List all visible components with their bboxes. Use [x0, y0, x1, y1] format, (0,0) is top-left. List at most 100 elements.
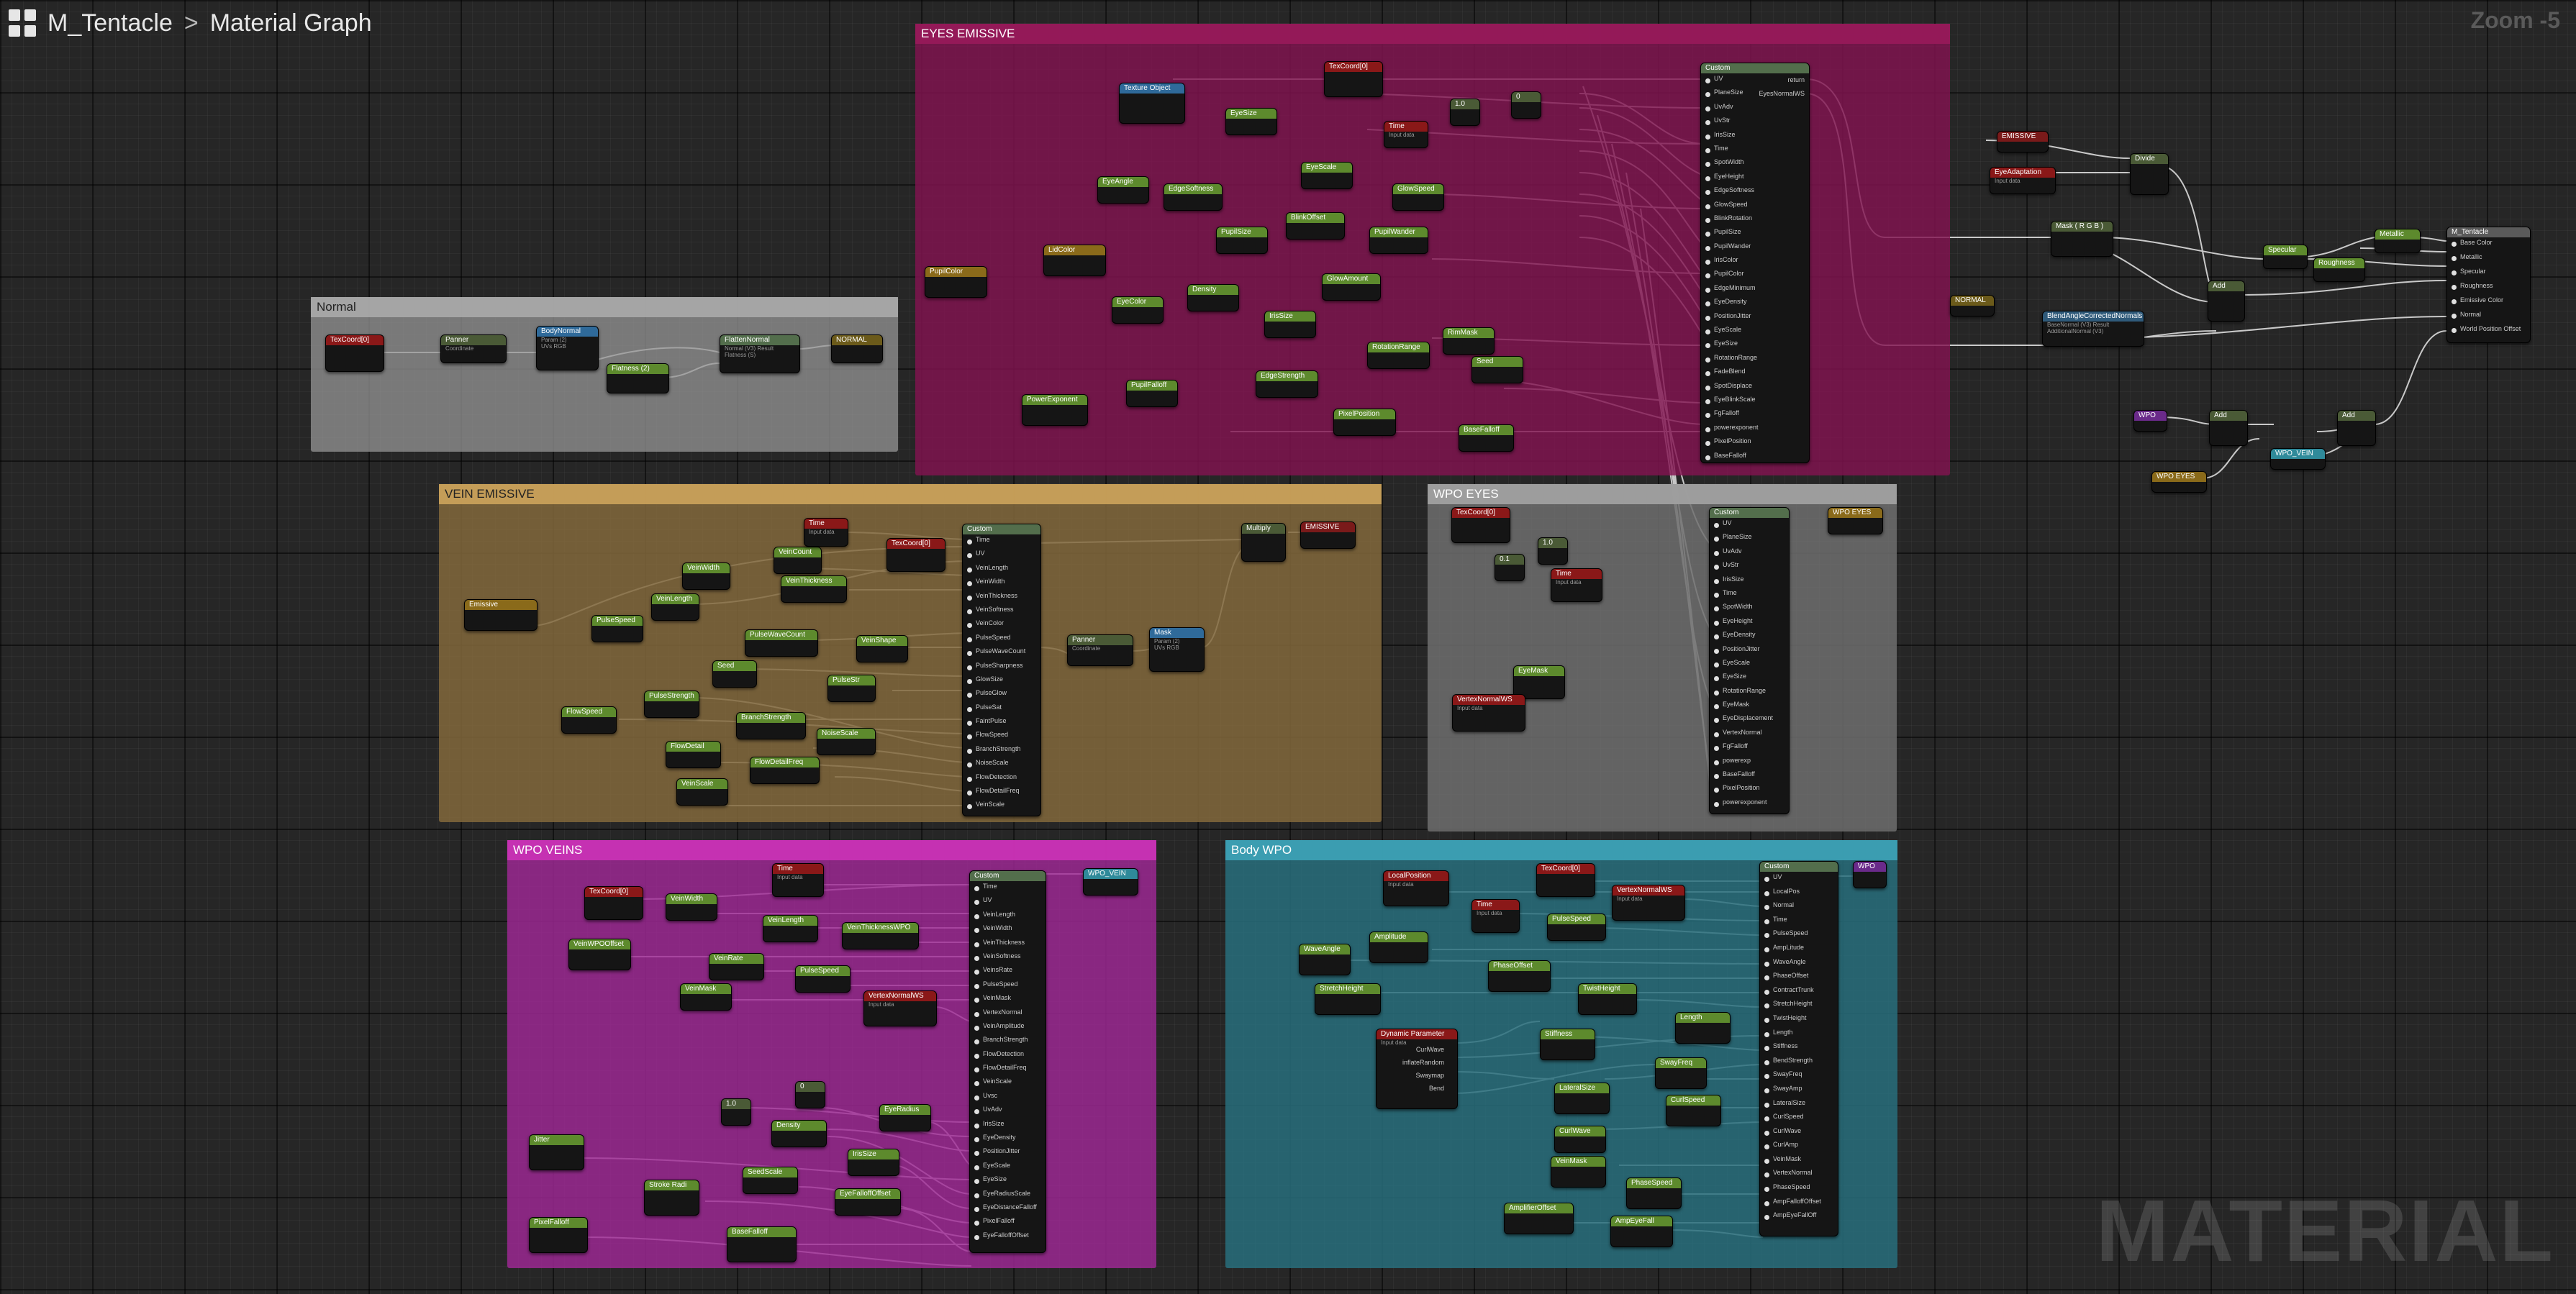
veinlength-param-node[interactable]: VeinLength: [651, 593, 699, 621]
eyescale-param-node[interactable]: EyeScale: [1301, 162, 1353, 189]
pin-label[interactable]: PulseSpeed: [967, 634, 1040, 647]
time-node[interactable]: Time Input data: [1471, 899, 1520, 933]
pin-label[interactable]: EyeFalloffOffset: [974, 1231, 1046, 1245]
jitter-param-node[interactable]: Jitter: [529, 1134, 584, 1170]
pin-label[interactable]: Time: [974, 883, 1046, 896]
pin-label[interactable]: PositionJitter: [1705, 312, 1809, 326]
pin-label[interactable]: VeinLength: [974, 911, 1046, 924]
pin-label[interactable]: EyeDisplacement: [1714, 714, 1789, 728]
pin-label[interactable]: UvAdv: [1714, 547, 1789, 561]
twistheight-param-node[interactable]: TwistHeight: [1578, 983, 1637, 1015]
phaseoffset-param-node[interactable]: PhaseOffset: [1488, 960, 1551, 992]
pin-label[interactable]: powerexponent: [1705, 424, 1809, 437]
output-pin[interactable]: World Position Offset: [2452, 325, 2530, 340]
pin-label[interactable]: RotationRange: [1705, 354, 1809, 368]
add-node[interactable]: Add: [2208, 281, 2245, 322]
divide-node[interactable]: Divide: [2130, 153, 2169, 195]
density-param-node[interactable]: Density: [771, 1120, 827, 1147]
pin-label[interactable]: BaseFalloff: [1705, 452, 1809, 463]
stiffness-param-node[interactable]: Stiffness: [1540, 1029, 1595, 1060]
pupilwander-param-node[interactable]: PupilWander: [1369, 227, 1428, 254]
edgestrength-param-node[interactable]: EdgeStrength: [1256, 370, 1318, 398]
powerexponent-param-node[interactable]: PowerExponent: [1022, 394, 1088, 426]
pin-label[interactable]: SwayAmp: [1764, 1085, 1838, 1099]
veinmask-param-node[interactable]: VeinMask: [1551, 1156, 1606, 1188]
seed-param-node[interactable]: Seed: [712, 660, 757, 688]
output-pin[interactable]: inflateRandom: [1377, 1059, 1444, 1072]
custom-vein-node[interactable]: Custom Time UV VeinLength VeinWidth VeinThic…: [962, 524, 1041, 816]
output-pin[interactable]: Bend: [1377, 1085, 1444, 1098]
pin-label[interactable]: WaveAngle: [1764, 958, 1838, 972]
pin-label[interactable]: EyeScale: [974, 1162, 1046, 1175]
breadcrumb-asset[interactable]: M_Tentacle: [47, 9, 173, 37]
pin-label[interactable]: FadeBlend: [1705, 368, 1809, 381]
pulsespeed-param-node[interactable]: PulseSpeed: [591, 615, 643, 642]
metallic-param-node[interactable]: Metallic: [2375, 229, 2421, 253]
pin-label[interactable]: RotationRange: [1714, 687, 1789, 701]
wpo-reroute-node[interactable]: WPO: [2133, 410, 2167, 432]
custom-body-wpo-node[interactable]: Custom UV LocalPos Normal Time PulseSpeed Amp…: [1759, 861, 1838, 1236]
pin-label[interactable]: EyeSize: [974, 1175, 1046, 1189]
phasespeed-param-node[interactable]: PhaseSpeed: [1626, 1177, 1682, 1209]
constant-node[interactable]: 0: [795, 1081, 825, 1108]
pin-label[interactable]: Time: [1764, 916, 1838, 930]
normal-output-node[interactable]: NORMAL: [831, 334, 883, 363]
pin-label[interactable]: LateralSize: [1764, 1099, 1838, 1113]
wpo-eyes-output-node[interactable]: WPO EYES: [1828, 507, 1883, 534]
pixelposition-param-node[interactable]: PixelPosition: [1333, 409, 1396, 436]
pin-label[interactable]: UvAdv: [974, 1106, 1046, 1119]
pin-label[interactable]: VeinMask: [974, 994, 1046, 1008]
pin-label[interactable]: IrisSize: [1705, 131, 1809, 145]
curlwave-param-node[interactable]: CurlWave: [1554, 1126, 1606, 1153]
veinthickness-param-node[interactable]: VeinThickness: [781, 575, 847, 603]
output-pin[interactable]: Emissive Color: [2452, 296, 2530, 311]
pin-label[interactable]: VeinsRate: [974, 966, 1046, 980]
veinrate-param-node[interactable]: VeinRate: [709, 953, 764, 980]
vertexnormal-node[interactable]: VertexNormalWS Input data: [1612, 885, 1685, 921]
pin-label[interactable]: EyeDensity: [974, 1134, 1046, 1147]
length-param-node[interactable]: Length: [1675, 1012, 1731, 1044]
mask-texture-node[interactable]: Mask Param (2) UVs RGB: [1149, 627, 1205, 672]
basefalloff-param-node[interactable]: BaseFalloff: [1459, 424, 1514, 452]
swayfreq-param-node[interactable]: SwayFreq: [1655, 1057, 1707, 1089]
pin-label[interactable]: VeinSoftness: [974, 952, 1046, 966]
add-node[interactable]: Add: [2337, 410, 2376, 446]
pulsespeed-param-node[interactable]: PulseSpeed: [1547, 913, 1606, 941]
flowdetailfreq-param-node[interactable]: FlowDetailFreq: [750, 757, 820, 784]
pin-label[interactable]: PhaseOffset: [1764, 972, 1838, 986]
strokeradi-param-node[interactable]: Stroke Radi: [644, 1180, 699, 1216]
veinthicknesswpo-param-node[interactable]: VeinThicknessWPO: [842, 922, 919, 949]
blinkoffset-param-node[interactable]: BlinkOffset: [1286, 212, 1345, 240]
pupilcolor-param-node[interactable]: PupilColor: [925, 266, 987, 298]
pin-label[interactable]: AmpEyeFallOff: [1764, 1211, 1838, 1226]
pin-label[interactable]: FlowSpeed: [967, 731, 1040, 744]
pulsestrength-param-node[interactable]: PulseStrength: [644, 691, 699, 718]
pulsewavecount-param-node[interactable]: PulseWaveCount: [745, 629, 818, 657]
irissize-param-node[interactable]: IrisSize: [1264, 311, 1316, 338]
pin-label[interactable]: NoiseScale: [967, 759, 1040, 773]
rimmask-param-node[interactable]: RimMask: [1443, 327, 1495, 355]
pin-label[interactable]: UvAdv: [1705, 103, 1809, 117]
pin-label[interactable]: VertexNormal: [1764, 1169, 1838, 1183]
pin-label[interactable]: VeinWidth: [967, 578, 1040, 591]
pin-label[interactable]: VeinAmplitude: [974, 1022, 1046, 1036]
glowspeed-param-node[interactable]: GlowSpeed: [1392, 183, 1444, 211]
texcoord-node[interactable]: TexCoord[0]: [1536, 863, 1595, 897]
dynamic-parameter-node[interactable]: Dynamic Parameter Input data CurlWave inf…: [1376, 1029, 1458, 1109]
add-node[interactable]: Add: [2209, 410, 2248, 446]
pin-label[interactable]: BranchStrength: [967, 745, 1040, 759]
pin-label[interactable]: VeinMask: [1764, 1155, 1838, 1170]
pin-label[interactable]: CurlAmp: [1764, 1141, 1838, 1155]
eyeangle-param-node[interactable]: EyeAngle: [1097, 176, 1149, 204]
pin-label[interactable]: BaseFalloff: [1714, 770, 1789, 784]
output-pin[interactable]: Base Color: [2452, 239, 2530, 253]
pin-label[interactable]: PulseGlow: [967, 689, 1040, 703]
flowspeed-param-node[interactable]: FlowSpeed: [561, 706, 617, 734]
pin-label[interactable]: Stiffness: [1764, 1042, 1838, 1057]
veinshape-param-node[interactable]: VeinShape: [856, 635, 908, 662]
glowamount-param-node[interactable]: GlowAmount: [1322, 273, 1381, 301]
pin-label[interactable]: UV: [974, 896, 1046, 910]
texcoord-node[interactable]: TexCoord[0]: [584, 886, 643, 920]
pin-label[interactable]: FgFalloff: [1705, 409, 1809, 423]
pin-label[interactable]: UvStr: [1714, 561, 1789, 575]
